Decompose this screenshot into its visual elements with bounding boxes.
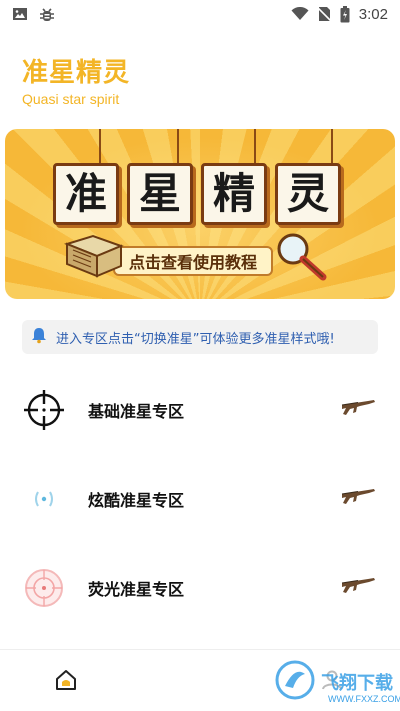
zone-item-glow[interactable]: 荧光准星专区 — [0, 543, 400, 632]
wifi-icon — [291, 7, 309, 21]
magnifier-icon — [273, 229, 329, 289]
rifle-icon[interactable] — [340, 575, 376, 601]
status-time: 3:02 — [358, 5, 388, 23]
crosshair-basic-icon — [22, 388, 66, 432]
app-title: 准星精灵 — [22, 58, 131, 88]
banner-tile: 灵 — [275, 163, 341, 225]
rifle-icon[interactable] — [340, 397, 376, 423]
home-icon[interactable] — [54, 668, 78, 696]
bell-icon — [30, 326, 48, 348]
tutorial-banner[interactable]: 准 星 精 灵 点击查看使用教程 — [5, 129, 395, 299]
banner-tile: 星 — [127, 163, 193, 225]
status-bar: 3:02 — [0, 0, 400, 28]
watermark-text: 飞翔下载 — [321, 673, 393, 694]
zone-label: 基础准星专区 — [88, 401, 185, 421]
battery-icon — [340, 5, 350, 23]
tutorial-ribbon: 点击查看使用教程 — [113, 246, 274, 276]
zone-label: 炫酷准星专区 — [88, 490, 185, 510]
book-icon — [63, 232, 125, 282]
image-icon — [12, 7, 28, 21]
watermark-logo-icon — [275, 660, 315, 704]
zone-list: 基础准星专区 炫酷准星专区 荧光准星专区 — [0, 365, 400, 632]
bug-icon — [38, 5, 56, 23]
crosshair-glow-icon — [22, 566, 66, 610]
banner-tiles: 准 星 精 灵 — [53, 163, 341, 225]
banner-tile: 准 — [53, 163, 119, 225]
no-sim-icon — [317, 6, 331, 22]
banner-tile: 精 — [201, 163, 267, 225]
zone-label: 荧光准星专区 — [88, 579, 185, 599]
crosshair-cool-icon — [22, 477, 66, 521]
app-subtitle: Quasi star spirit — [22, 91, 120, 107]
rifle-icon[interactable] — [340, 486, 376, 512]
zone-item-basic[interactable]: 基础准星专区 — [0, 365, 400, 454]
notice-bar: 进入专区点击“切换准星”可体验更多准星样式哦! — [22, 320, 378, 354]
zone-item-cool[interactable]: 炫酷准星专区 — [0, 454, 400, 543]
watermark-url: WWW.FXXZ.COM — [328, 694, 400, 704]
notice-text: 进入专区点击“切换准星”可体验更多准星样式哦! — [56, 331, 335, 347]
